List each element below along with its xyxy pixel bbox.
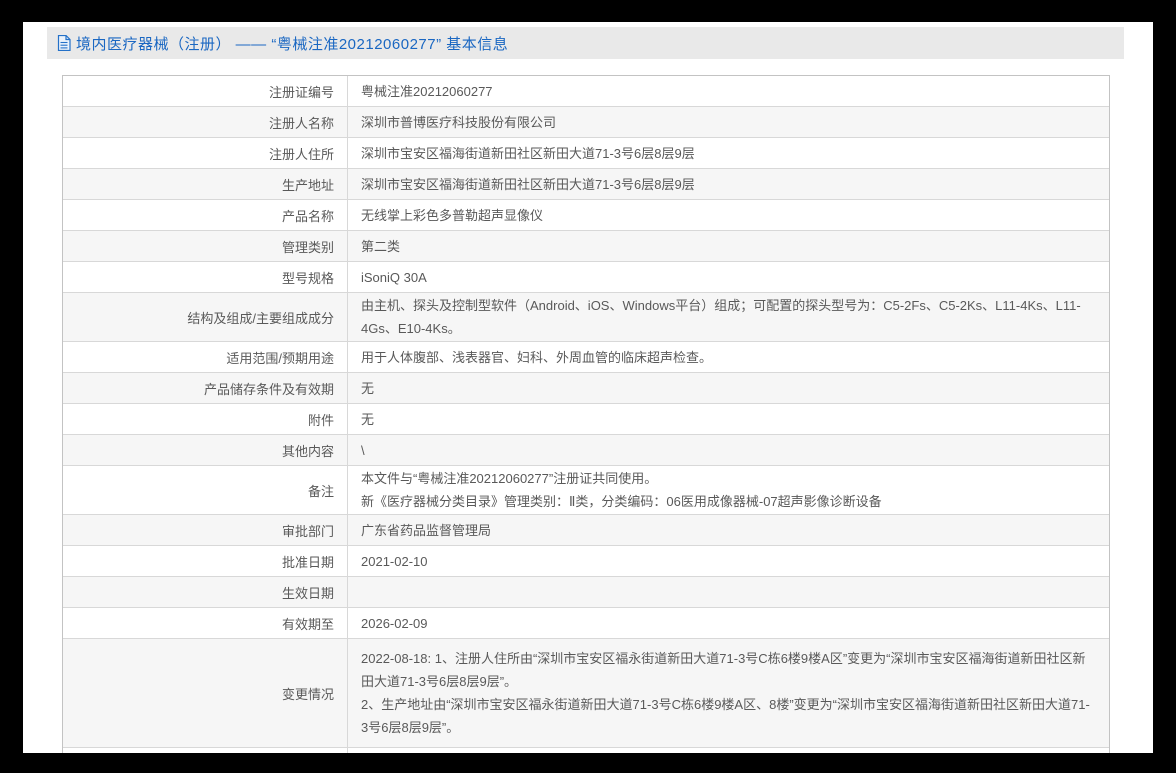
- row-label: 备注: [63, 466, 348, 514]
- page-header-bar: 境内医疗器械（注册） —— “粤械注准20212060277” 基本信息: [47, 27, 1124, 59]
- table-row-attachments: 附件 无: [63, 404, 1109, 435]
- table-row-change-history: 变更情况 2022-08-18: 1、注册人住所由“深圳市宝安区福永街道新田大道…: [63, 639, 1109, 748]
- row-label: 批准日期: [63, 546, 348, 576]
- row-value: [348, 577, 1109, 607]
- row-label: 注册人住所: [63, 138, 348, 168]
- table-row-management-category: 管理类别 第二类: [63, 231, 1109, 262]
- row-value: 深圳市宝安区福海街道新田社区新田大道71-3号6层8层9层: [361, 145, 695, 161]
- table-row-approval-department: 审批部门 广东省药品监督管理局: [63, 515, 1109, 546]
- table-row-registration-number: 注册证编号 粤械注准20212060277: [63, 76, 1109, 107]
- table-row-registrant-address: 注册人住所 深圳市宝安区福海街道新田社区新田大道71-3号6层8层9层: [63, 138, 1109, 169]
- remarks-line-2: 新《医疗器械分类目录》管理类别：Ⅱ类，分类编码：06医用成像器械-07超声影像诊…: [361, 494, 882, 509]
- row-label: 附件: [63, 404, 348, 434]
- content-page: 境内医疗器械（注册） —— “粤械注准20212060277” 基本信息 注册证…: [23, 22, 1153, 753]
- row-value: [348, 748, 1109, 753]
- table-row-storage-validity: 产品储存条件及有效期 无: [63, 373, 1109, 404]
- row-value: 粤械注准20212060277: [361, 83, 493, 99]
- row-label: [63, 748, 348, 753]
- registration-info-table: 注册证编号 粤械注准20212060277 注册人名称 深圳市普博医疗科技股份有…: [62, 75, 1110, 753]
- row-value: 2021-02-10: [361, 553, 428, 569]
- row-label: 适用范围/预期用途: [63, 342, 348, 372]
- row-label: 注册证编号: [63, 76, 348, 106]
- row-label: 有效期至: [63, 608, 348, 638]
- table-row-registrant-name: 注册人名称 深圳市普博医疗科技股份有限公司: [63, 107, 1109, 138]
- table-row-product-name: 产品名称 无线掌上彩色多普勒超声显像仪: [63, 200, 1109, 231]
- row-value: 第二类: [361, 238, 401, 254]
- change-history-item-1: 2022-08-18: 1、注册人住所由“深圳市宝安区福永街道新田大道71-3号…: [361, 651, 1086, 689]
- row-label: 生效日期: [63, 577, 348, 607]
- table-row-other-content: 其他内容 \: [63, 435, 1109, 466]
- row-value: 无: [361, 380, 375, 396]
- row-value: 深圳市普博医疗科技股份有限公司: [361, 114, 557, 130]
- row-value: 广东省药品监督管理局: [361, 522, 492, 538]
- row-label: 管理类别: [63, 231, 348, 261]
- row-label: 结构及组成/主要组成成分: [63, 293, 348, 341]
- table-row-approval-date: 批准日期 2021-02-10: [63, 546, 1109, 577]
- row-label: 审批部门: [63, 515, 348, 545]
- table-row-model-spec: 型号规格 iSoniQ 30A: [63, 262, 1109, 293]
- table-row-remarks: 备注 本文件与“粤械注准20212060277”注册证共同使用。 新《医疗器械分…: [63, 466, 1109, 515]
- row-value: 深圳市宝安区福海街道新田社区新田大道71-3号6层8层9层: [361, 176, 695, 192]
- change-history-item-2: 2、生产地址由“深圳市宝安区福永街道新田大道71-3号C栋6楼9楼A区、8楼”变…: [361, 697, 1090, 735]
- table-row-clipped: [63, 748, 1109, 753]
- row-label: 变更情况: [63, 639, 348, 747]
- row-value: iSoniQ 30A: [361, 269, 427, 285]
- row-label: 产品储存条件及有效期: [63, 373, 348, 403]
- row-value: 本文件与“粤械注准20212060277”注册证共同使用。 新《医疗器械分类目录…: [348, 466, 1109, 514]
- page-title: 境内医疗器械（注册） —— “粤械注准20212060277” 基本信息: [76, 35, 509, 53]
- row-label: 注册人名称: [63, 107, 348, 137]
- document-icon: [57, 35, 71, 51]
- row-value: 无: [361, 411, 375, 427]
- table-row-valid-until: 有效期至 2026-02-09: [63, 608, 1109, 639]
- row-label: 其他内容: [63, 435, 348, 465]
- row-value: 用于人体腹部、浅表器官、妇科、外周血管的临床超声检查。: [361, 349, 713, 365]
- table-row-effective-date: 生效日期: [63, 577, 1109, 608]
- row-value: \: [361, 442, 365, 458]
- row-value: 2022-08-18: 1、注册人住所由“深圳市宝安区福永街道新田大道71-3号…: [348, 639, 1109, 747]
- table-row-structure-composition: 结构及组成/主要组成成分 由主机、探头及控制型软件（Android、iOS、Wi…: [63, 293, 1109, 342]
- remarks-line-1: 本文件与“粤械注准20212060277”注册证共同使用。: [361, 471, 658, 486]
- table-row-production-address: 生产地址 深圳市宝安区福海街道新田社区新田大道71-3号6层8层9层: [63, 169, 1109, 200]
- table-row-intended-use: 适用范围/预期用途 用于人体腹部、浅表器官、妇科、外周血管的临床超声检查。: [63, 342, 1109, 373]
- row-value: 2026-02-09: [361, 615, 428, 631]
- row-label: 生产地址: [63, 169, 348, 199]
- row-label: 产品名称: [63, 200, 348, 230]
- row-value: 由主机、探头及控制型软件（Android、iOS、Windows平台）组成；可配…: [361, 298, 1081, 336]
- row-label: 型号规格: [63, 262, 348, 292]
- row-value: 无线掌上彩色多普勒超声显像仪: [361, 207, 544, 223]
